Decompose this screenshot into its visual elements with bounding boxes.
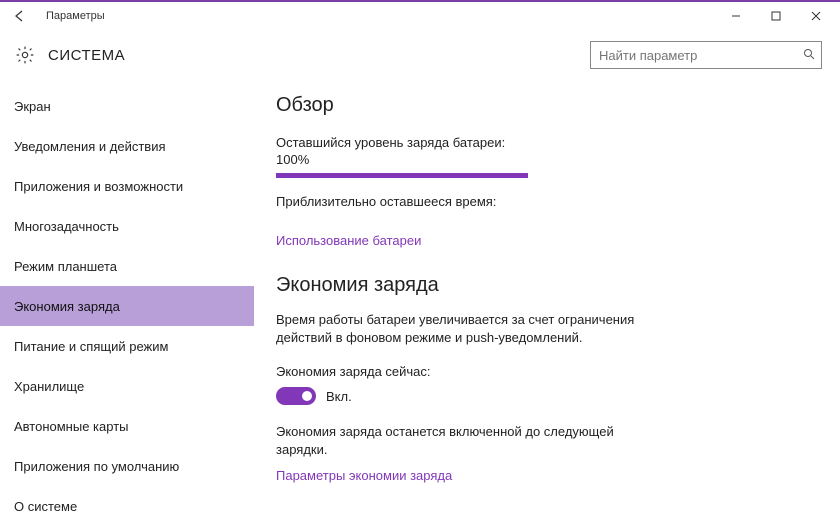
saver-description: Время работы батареи увеличивается за сч… bbox=[276, 311, 656, 346]
saver-toggle[interactable] bbox=[276, 387, 316, 405]
sidebar-item-apps[interactable]: Приложения и возможности bbox=[0, 166, 254, 206]
sidebar-item-label: Экономия заряда bbox=[14, 299, 120, 314]
battery-usage-link[interactable]: Использование батареи bbox=[276, 233, 421, 248]
sidebar-item-default-apps[interactable]: Приложения по умолчанию bbox=[0, 446, 254, 486]
remaining-time-label: Приблизительно оставшееся время: bbox=[276, 194, 780, 209]
sidebar-item-offline-maps[interactable]: Автономные карты bbox=[0, 406, 254, 446]
back-button[interactable] bbox=[8, 4, 32, 28]
saver-note: Экономия заряда останется включенной до … bbox=[276, 423, 656, 458]
overview-heading: Обзор bbox=[276, 94, 780, 117]
gear-icon bbox=[14, 44, 36, 66]
sidebar: Экран Уведомления и действия Приложения … bbox=[0, 80, 254, 525]
saver-toggle-row: Вкл. bbox=[276, 387, 780, 405]
battery-progress bbox=[276, 173, 528, 178]
window-controls bbox=[716, 3, 836, 29]
sidebar-item-label: Уведомления и действия bbox=[14, 139, 166, 154]
sidebar-item-label: Автономные карты bbox=[14, 419, 129, 434]
sidebar-item-about[interactable]: О системе bbox=[0, 486, 254, 526]
sidebar-item-notifications[interactable]: Уведомления и действия bbox=[0, 126, 254, 166]
search-box[interactable] bbox=[590, 41, 822, 69]
saver-heading: Экономия заряда bbox=[276, 274, 780, 297]
sidebar-item-label: Многозадачность bbox=[14, 219, 119, 234]
saver-now-label: Экономия заряда сейчас: bbox=[276, 364, 780, 379]
remaining-label: Оставшийся уровень заряда батареи: bbox=[276, 135, 780, 150]
sidebar-item-label: Хранилище bbox=[14, 379, 84, 394]
maximize-button[interactable] bbox=[756, 3, 796, 29]
sidebar-item-label: Режим планшета bbox=[14, 259, 117, 274]
saver-settings-link[interactable]: Параметры экономии заряда bbox=[276, 468, 452, 483]
sidebar-item-display[interactable]: Экран bbox=[0, 86, 254, 126]
section-title: СИСТЕМА bbox=[48, 47, 125, 64]
search-input[interactable] bbox=[599, 48, 803, 63]
sidebar-item-label: Питание и спящий режим bbox=[14, 339, 168, 354]
content-pane: Обзор Оставшийся уровень заряда батареи:… bbox=[254, 80, 840, 525]
sidebar-item-tablet[interactable]: Режим планшета bbox=[0, 246, 254, 286]
toggle-knob bbox=[302, 391, 312, 401]
header: СИСТЕМА bbox=[0, 30, 840, 80]
sidebar-item-label: О системе bbox=[14, 499, 77, 514]
search-icon bbox=[803, 48, 815, 63]
sidebar-item-label: Приложения и возможности bbox=[14, 179, 183, 194]
sidebar-item-storage[interactable]: Хранилище bbox=[0, 366, 254, 406]
sidebar-item-label: Приложения по умолчанию bbox=[14, 459, 179, 474]
toggle-label: Вкл. bbox=[326, 389, 352, 404]
minimize-button[interactable] bbox=[716, 3, 756, 29]
sidebar-item-multitasking[interactable]: Многозадачность bbox=[0, 206, 254, 246]
window-title: Параметры bbox=[46, 10, 105, 22]
close-button[interactable] bbox=[796, 3, 836, 29]
sidebar-item-battery-saver[interactable]: Экономия заряда bbox=[0, 286, 254, 326]
sidebar-item-label: Экран bbox=[14, 99, 51, 114]
sidebar-item-power[interactable]: Питание и спящий режим bbox=[0, 326, 254, 366]
remaining-value: 100% bbox=[276, 152, 780, 167]
titlebar: Параметры bbox=[0, 2, 840, 30]
